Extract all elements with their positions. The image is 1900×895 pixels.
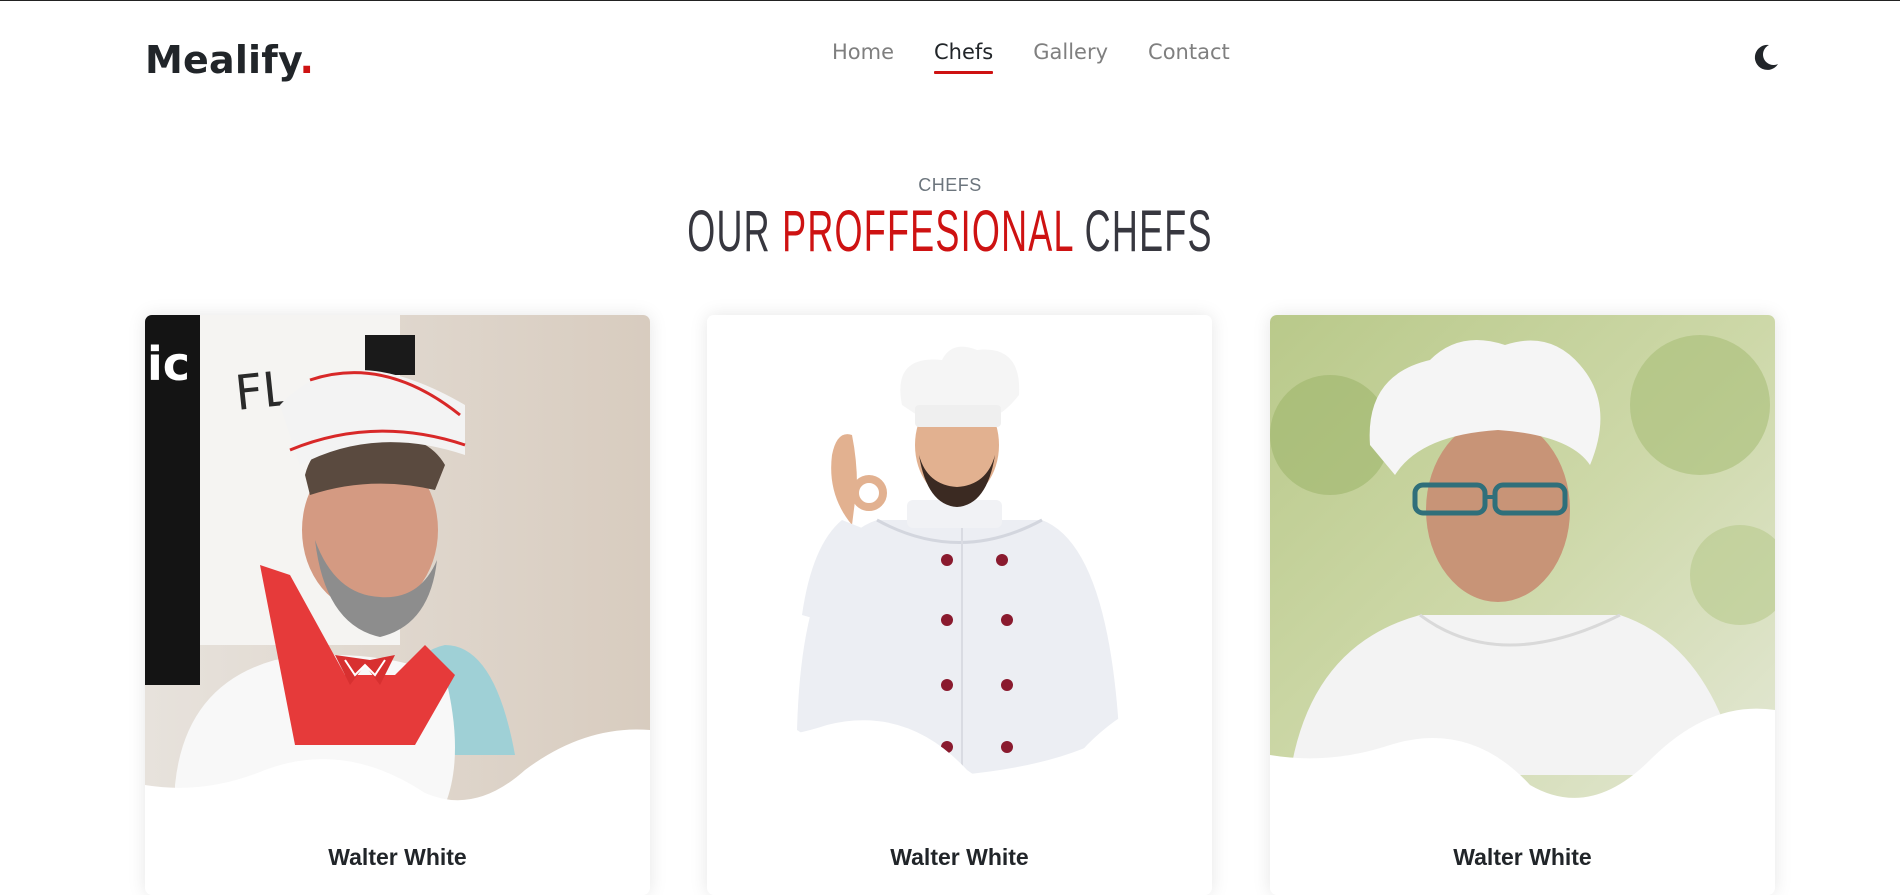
- site-header: Mealify. Home Chefs Gallery Contact: [0, 0, 1900, 120]
- chef-photo: [1270, 315, 1775, 805]
- title-part-2: CHEFS: [1073, 199, 1213, 264]
- brand-dot: .: [299, 38, 315, 82]
- chef-card[interactable]: ic FL Walter White: [145, 315, 650, 895]
- theme-toggle-button[interactable]: [1748, 40, 1782, 74]
- chef-photo: ic FL: [145, 315, 650, 805]
- brand-name: Mealify: [145, 38, 300, 82]
- moon-icon: [1754, 44, 1778, 70]
- nav-item-home[interactable]: Home: [832, 40, 894, 74]
- chef-name: Walter White: [1453, 844, 1592, 870]
- title-accent: PROFFESIONAL: [782, 199, 1074, 264]
- section-title: OUR PROFFESIONAL CHEFS: [361, 198, 1539, 265]
- chef-photo: [707, 315, 1212, 805]
- chef-name: Walter White: [328, 844, 467, 870]
- nav-item-gallery[interactable]: Gallery: [1033, 40, 1108, 74]
- chef-card[interactable]: Walter White: [1270, 315, 1775, 895]
- nav-item-chefs[interactable]: Chefs: [934, 40, 994, 74]
- title-part-1: OUR: [687, 199, 783, 264]
- svg-text:ic: ic: [147, 337, 190, 391]
- nav-item-contact[interactable]: Contact: [1148, 40, 1230, 74]
- chef-card[interactable]: Walter White: [707, 315, 1212, 895]
- main-nav: Home Chefs Gallery Contact: [832, 40, 1230, 74]
- chef-name: Walter White: [890, 844, 1029, 870]
- brand-logo[interactable]: Mealify.: [145, 38, 314, 82]
- section-eyebrow: CHEFS: [918, 175, 982, 195]
